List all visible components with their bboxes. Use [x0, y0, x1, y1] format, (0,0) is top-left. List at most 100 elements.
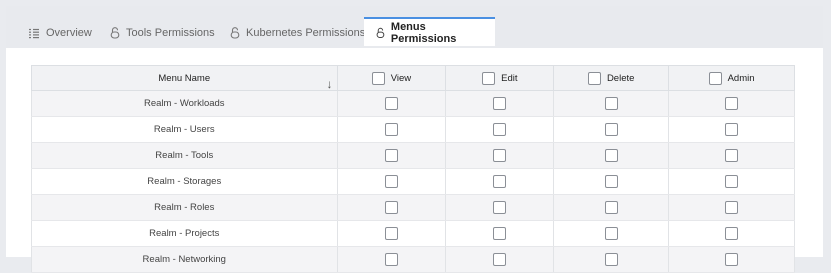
view-checkbox[interactable]: [384, 149, 398, 162]
delete-cell: [553, 142, 670, 169]
edit-checkbox[interactable]: [493, 123, 507, 136]
table-row: Realm - Storages: [31, 168, 795, 195]
admin-checkbox[interactable]: [725, 149, 739, 162]
menu-name-cell: Realm - Users: [31, 116, 338, 143]
column-header-menu-name[interactable]: Menu Name ↓: [31, 65, 338, 91]
table-row: Realm - Roles: [31, 194, 795, 221]
delete-checkbox[interactable]: [604, 149, 618, 162]
edit-checkbox[interactable]: [493, 175, 507, 188]
edit-checkbox[interactable]: [493, 227, 507, 240]
edit-cell: [445, 116, 555, 143]
select-all-delete-checkbox[interactable]: [587, 71, 601, 85]
edit-cell: [445, 220, 555, 247]
delete-cell: [553, 246, 670, 273]
edit-checkbox[interactable]: [493, 201, 507, 214]
delete-cell: [553, 168, 670, 195]
admin-cell: [668, 194, 795, 221]
column-label: Admin: [727, 72, 755, 84]
delete-checkbox[interactable]: [604, 201, 618, 214]
column-header-view: View: [336, 65, 447, 91]
admin-checkbox[interactable]: [725, 201, 739, 214]
view-cell: [336, 90, 447, 117]
lock-icon: [110, 27, 120, 39]
admin-checkbox[interactable]: [725, 175, 739, 188]
view-cell: [336, 220, 447, 247]
tab-label: Tools Permissions: [126, 27, 215, 39]
view-checkbox[interactable]: [384, 97, 398, 110]
table-row: Realm - Tools: [31, 142, 795, 169]
admin-cell: [668, 246, 795, 273]
edit-cell: [445, 168, 555, 195]
table-header-row: Menu Name ↓ View Edit Delete Admin: [31, 65, 795, 91]
column-header-delete: Delete: [553, 65, 670, 91]
menu-name-cell: Realm - Storages: [31, 168, 338, 195]
admin-checkbox[interactable]: [725, 97, 739, 110]
admin-cell: [668, 116, 795, 143]
edit-cell: [445, 142, 555, 169]
admin-cell: [668, 168, 795, 195]
menus-permissions-table: Menu Name ↓ View Edit Delete Admin Realm…: [31, 65, 795, 273]
view-cell: [336, 246, 447, 273]
lock-icon: [230, 27, 240, 39]
view-cell: [336, 142, 447, 169]
tab-overview[interactable]: Overview: [28, 18, 92, 48]
menu-name-cell: Realm - Tools: [31, 142, 338, 169]
tab-menus-permissions[interactable]: Menus Permissions: [364, 17, 495, 46]
tab-label: Menus Permissions: [390, 20, 457, 45]
column-label: Delete: [606, 72, 635, 84]
column-label: View: [390, 72, 412, 84]
edit-checkbox[interactable]: [493, 149, 507, 162]
menu-name-cell: Realm - Networking: [31, 246, 338, 273]
edit-checkbox[interactable]: [493, 253, 507, 266]
delete-checkbox[interactable]: [604, 97, 618, 110]
edit-cell: [445, 246, 555, 273]
delete-cell: [553, 116, 670, 143]
sort-down-icon[interactable]: ↓: [327, 77, 333, 91]
column-header-edit: Edit: [445, 65, 555, 91]
lock-icon: [376, 27, 385, 38]
view-checkbox[interactable]: [384, 123, 398, 136]
select-all-view-checkbox[interactable]: [371, 71, 385, 85]
tab-tools-permissions[interactable]: Tools Permissions: [110, 18, 215, 48]
menu-name-cell: Realm - Projects: [31, 220, 338, 247]
view-checkbox[interactable]: [384, 227, 398, 240]
admin-checkbox[interactable]: [725, 227, 739, 240]
menu-name-cell: Realm - Roles: [31, 194, 338, 221]
delete-checkbox[interactable]: [604, 123, 618, 136]
view-checkbox[interactable]: [384, 201, 398, 214]
table-row: Realm - Projects: [31, 220, 795, 247]
delete-cell: [553, 194, 670, 221]
tab-bar: Overview Tools Permissions Kubernetes Pe…: [6, 17, 823, 48]
table-row: Realm - Workloads: [31, 90, 795, 117]
view-checkbox[interactable]: [384, 253, 398, 266]
list-icon: [29, 28, 39, 38]
view-cell: [336, 168, 447, 195]
edit-cell: [445, 194, 555, 221]
admin-cell: [668, 142, 795, 169]
tab-label: Kubernetes Permissions: [246, 27, 366, 39]
select-all-admin-checkbox[interactable]: [708, 71, 722, 85]
table-row: Realm - Networking: [31, 246, 795, 273]
menu-name-cell: Realm - Workloads: [31, 90, 338, 117]
delete-cell: [553, 220, 670, 247]
select-all-edit-checkbox[interactable]: [482, 71, 496, 85]
delete-checkbox[interactable]: [604, 227, 618, 240]
admin-cell: [668, 220, 795, 247]
admin-cell: [668, 90, 795, 117]
view-cell: [336, 116, 447, 143]
admin-checkbox[interactable]: [725, 253, 739, 266]
column-label: Menu Name: [158, 72, 211, 84]
delete-checkbox[interactable]: [604, 253, 618, 266]
admin-checkbox[interactable]: [725, 123, 739, 136]
table-row: Realm - Users: [31, 116, 795, 143]
tab-label: Overview: [46, 27, 92, 39]
edit-checkbox[interactable]: [493, 97, 507, 110]
column-label: Edit: [501, 72, 518, 84]
view-checkbox[interactable]: [384, 175, 398, 188]
column-header-admin: Admin: [668, 65, 795, 91]
delete-checkbox[interactable]: [604, 175, 618, 188]
view-cell: [336, 194, 447, 221]
edit-cell: [445, 90, 555, 117]
delete-cell: [553, 90, 670, 117]
tab-kubernetes-permissions[interactable]: Kubernetes Permissions: [230, 18, 365, 48]
